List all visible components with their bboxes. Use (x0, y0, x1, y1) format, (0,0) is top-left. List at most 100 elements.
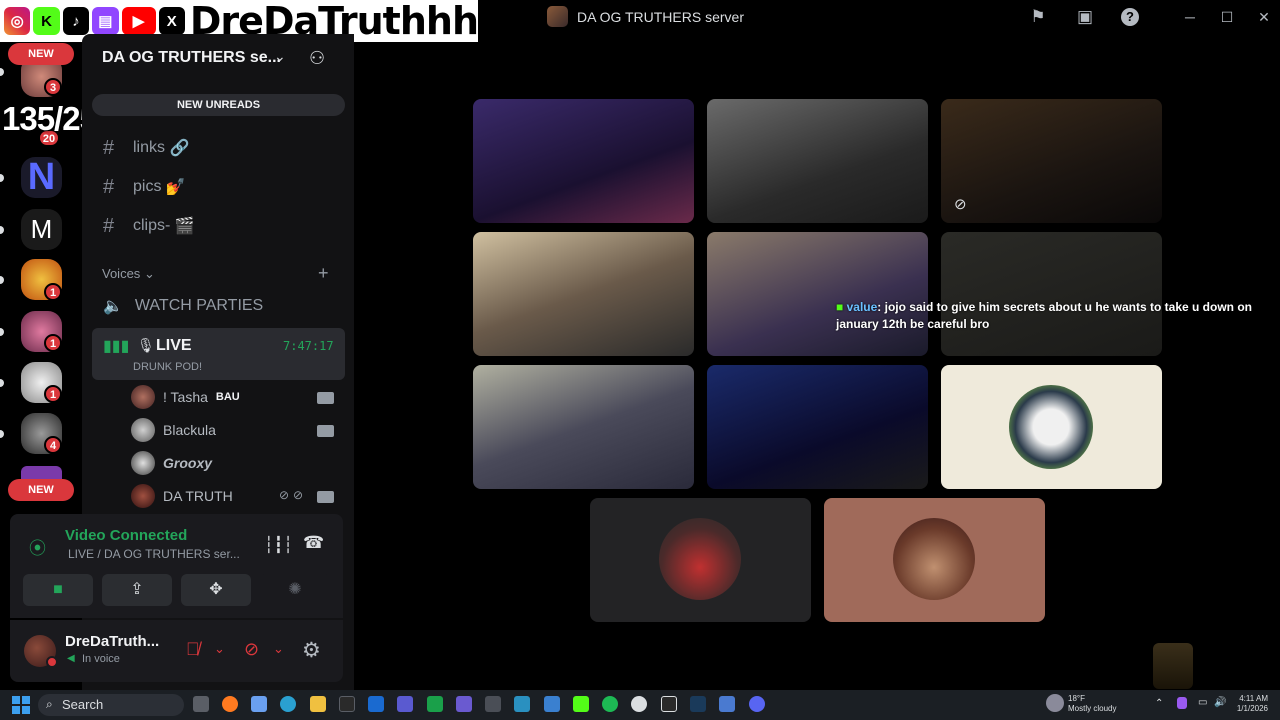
avatar (893, 518, 975, 600)
voice-status-subtitle[interactable]: LIVE / DA OG TRUTHERS ser... (68, 547, 240, 561)
member-tag: BAU (215, 391, 240, 403)
video-tile[interactable] (473, 99, 694, 223)
inbox-icon[interactable]: ▣ (1074, 6, 1096, 28)
chevron-down-icon[interactable]: ⌄ (273, 641, 284, 657)
x-icon: X (158, 7, 185, 35)
discord-icon[interactable] (749, 696, 765, 712)
server-icon-n[interactable]: N (21, 157, 62, 198)
terminal-icon[interactable] (339, 696, 355, 712)
app-icon[interactable] (661, 696, 677, 712)
channel-live[interactable] (92, 328, 345, 380)
task-view-icon[interactable] (193, 696, 209, 712)
disconnect-icon[interactable]: ☎ (303, 533, 324, 553)
app-icon[interactable] (544, 696, 560, 712)
video-tile[interactable] (473, 365, 694, 489)
chevron-up-icon[interactable]: ⌃ (1155, 698, 1163, 709)
stream-mascot-icon (1153, 643, 1193, 689)
weather-widget[interactable]: 18°F Mostly cloudy (1068, 694, 1116, 714)
obs-icon[interactable] (631, 696, 647, 712)
teams-icon[interactable] (397, 696, 413, 712)
add-channel-icon[interactable]: + (318, 263, 329, 284)
add-user-icon[interactable]: ⚇ (309, 48, 325, 69)
server-icon[interactable] (21, 466, 62, 480)
voice-member[interactable]: ! Tasha BAU (131, 384, 240, 410)
voice-status-icon: ◀ (67, 653, 75, 664)
hash-icon: # (103, 214, 115, 237)
gear-icon[interactable]: ⚙ (302, 638, 321, 663)
unread-badge: 1 (44, 283, 62, 301)
live-timer: 7:47:17 (283, 339, 334, 353)
avatar (131, 451, 155, 475)
new-unreads-banner[interactable]: NEW UNREADS (92, 94, 345, 116)
new-pill-bottom[interactable]: NEW (8, 479, 74, 501)
clock-time: 4:11 AM (1239, 694, 1268, 703)
file-explorer-icon[interactable] (310, 696, 326, 712)
channel-watch-parties[interactable]: 🔈 WATCH PARTIES (103, 296, 263, 316)
network-icon[interactable]: ▭ (1198, 697, 1207, 708)
mic-muted-icon[interactable]: 🎙̸ (186, 639, 200, 660)
taskbar-search[interactable]: Search (38, 694, 184, 716)
channel-pics[interactable]: # pics 💅 (103, 173, 186, 201)
unread-badge: 1 (44, 385, 62, 403)
member-name: Blackula (163, 422, 216, 438)
voices-category[interactable]: Voices ⌄ (102, 266, 155, 282)
voice-member[interactable]: Grooxy (131, 450, 212, 476)
chevron-down-icon[interactable]: ⌄ (274, 48, 286, 65)
voice-member[interactable]: DA TRUTH (131, 483, 233, 509)
server-name[interactable]: DA OG TRUTHERS se... (102, 49, 281, 67)
unread-badge: 3 (44, 78, 62, 96)
video-tile[interactable] (707, 232, 928, 356)
app-icon[interactable] (427, 696, 443, 712)
flag-icon[interactable]: ⚑ (1027, 6, 1049, 28)
hash-icon: # (103, 136, 115, 159)
close-button[interactable]: ✕ (1253, 6, 1275, 28)
server-icon-m[interactable]: M (21, 209, 62, 250)
video-tile[interactable] (941, 232, 1162, 356)
firefox-icon[interactable] (222, 696, 238, 712)
channel-clips[interactable]: # clips- 🎬 (103, 212, 195, 240)
chat-message: : jojo said to give him secrets about u … (836, 300, 1252, 331)
deafened-icon[interactable]: ⊘ (244, 639, 259, 660)
video-tile[interactable] (941, 99, 1162, 223)
help-icon[interactable]: ? (1121, 8, 1139, 26)
video-tile[interactable] (707, 365, 928, 489)
app-icon[interactable] (456, 696, 472, 712)
spotify-icon[interactable] (602, 696, 618, 712)
volume-icon[interactable]: 🔊 (1214, 697, 1226, 708)
camera-button[interactable]: ■ (23, 574, 93, 606)
system-clock[interactable]: 4:11 AM 1/1/2026 (1232, 694, 1268, 714)
maximize-button[interactable]: ☐ (1216, 6, 1238, 28)
screen-share-icon: ⇪ (130, 581, 144, 598)
kick-app-icon[interactable] (573, 696, 589, 712)
edge-icon[interactable] (280, 696, 296, 712)
outlook-icon[interactable] (368, 696, 384, 712)
activities-button[interactable]: ✥ (181, 574, 251, 606)
app-icon[interactable] (514, 696, 530, 712)
video-tile[interactable] (473, 232, 694, 356)
video-tile[interactable] (707, 99, 928, 223)
weather-temp: 18°F (1068, 694, 1085, 703)
windows-start-icon[interactable] (12, 696, 30, 714)
new-pill-top[interactable]: NEW (8, 43, 74, 65)
steam-icon[interactable] (690, 696, 706, 712)
window-title: DA OG TRUTHERS server (577, 9, 744, 25)
screen-share-button[interactable]: ⇪ (102, 574, 172, 606)
voice-member[interactable]: Blackula (131, 417, 216, 443)
copilot-icon[interactable] (251, 696, 267, 712)
user-name[interactable]: DreDaTruth... (65, 633, 159, 650)
chevron-down-icon[interactable]: ⌄ (214, 641, 225, 657)
user-status: In voice (82, 653, 120, 665)
minimize-button[interactable]: ─ (1179, 6, 1201, 28)
tray-app-icon[interactable] (1177, 697, 1187, 709)
channel-links[interactable]: # links 🔗 (103, 134, 189, 162)
status-indicator (46, 656, 58, 668)
noise-suppression-icon[interactable]: ┆┇┆ (264, 535, 293, 555)
app-icon[interactable] (485, 696, 501, 712)
voice-status-title[interactable]: Video Connected (65, 527, 187, 544)
tiktok-icon: ♪ (62, 7, 90, 35)
app-icon[interactable] (719, 696, 735, 712)
clock-date: 1/1/2026 (1236, 704, 1268, 713)
search-label: Search (62, 697, 104, 712)
soundboard-button[interactable]: ✺ (260, 574, 330, 606)
twitch-icon: ▤ (92, 7, 119, 35)
